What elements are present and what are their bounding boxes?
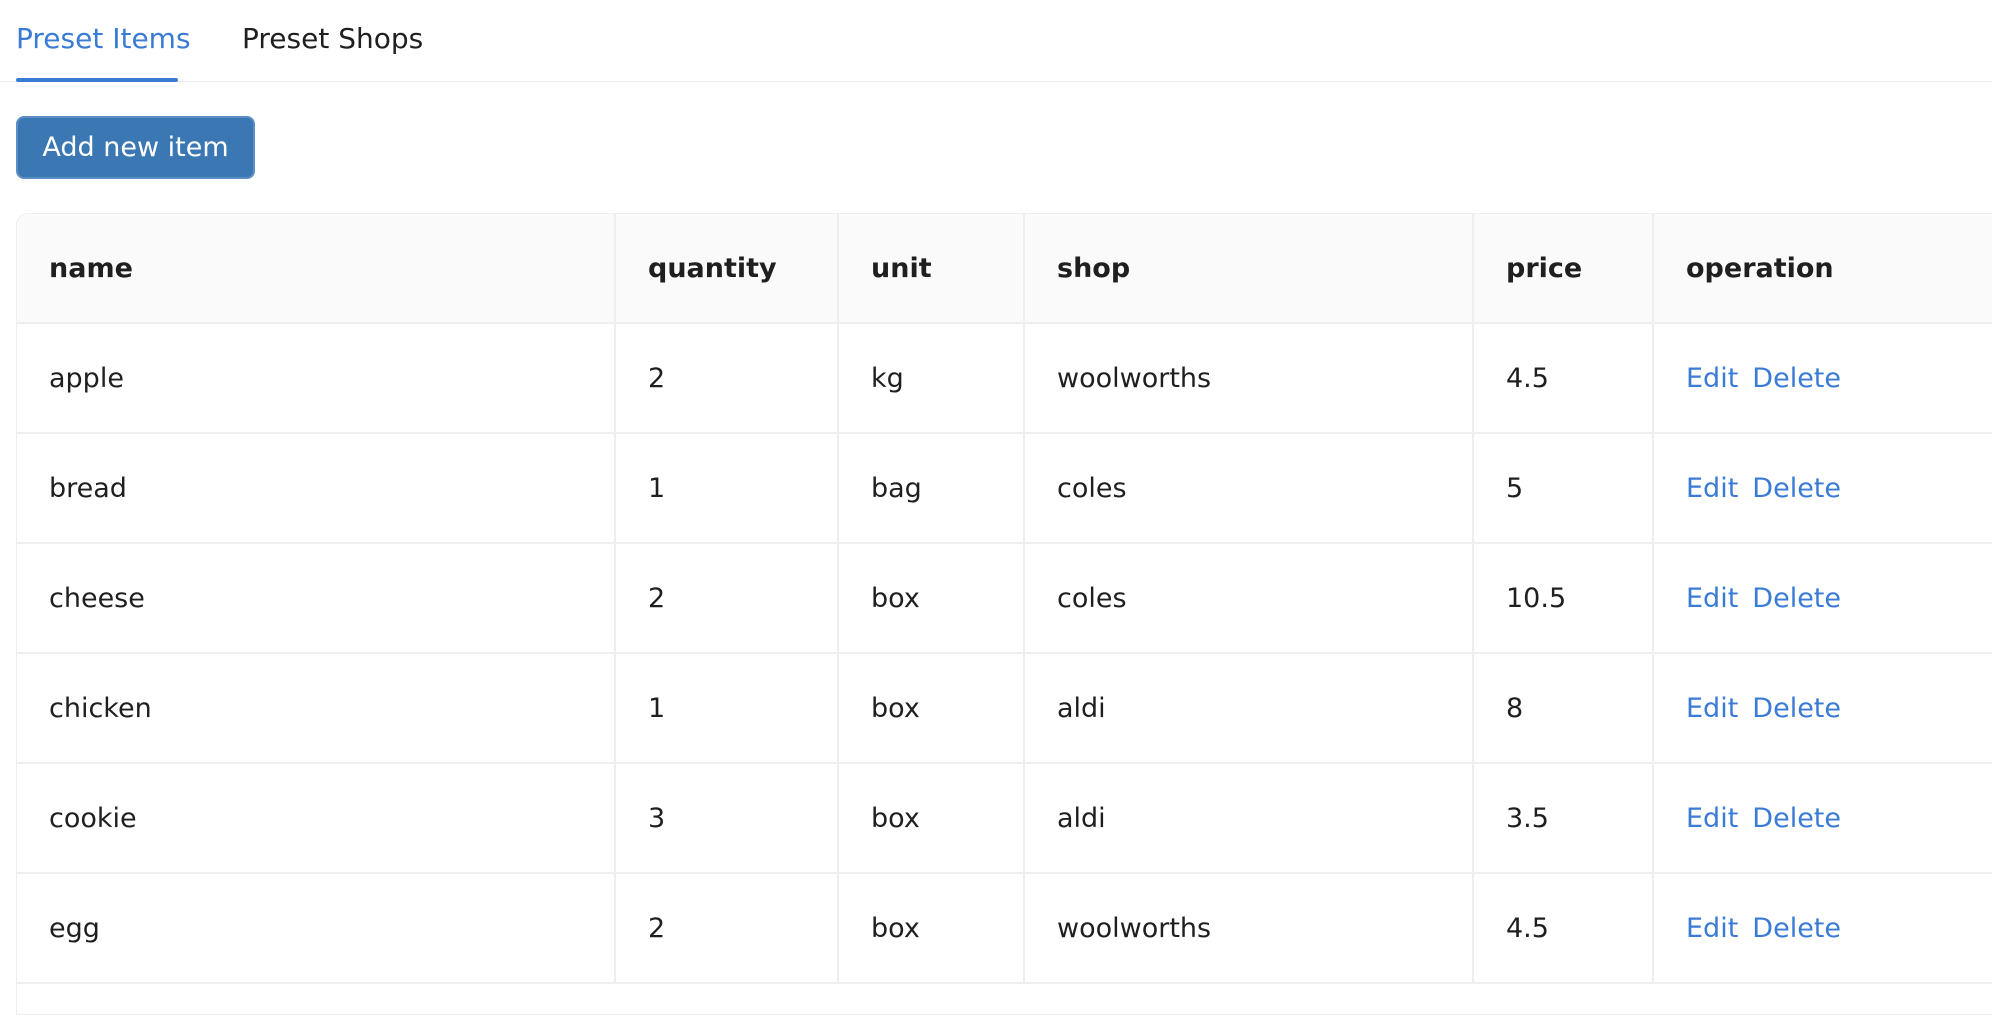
delete-link[interactable]: Delete	[1752, 693, 1841, 724]
cell-name: apple	[17, 323, 616, 434]
table-row: apple 2 kg woolworths 4.5 Edit Delete	[17, 323, 1992, 434]
cell-unit: box	[838, 653, 1025, 764]
cell-operation: Edit Delete	[1653, 543, 1992, 654]
cell-quantity: 3	[615, 763, 839, 874]
delete-link[interactable]: Delete	[1752, 363, 1841, 394]
table-header-row: name quantity unit shop price operation	[17, 214, 1992, 324]
delete-link[interactable]: Delete	[1752, 583, 1841, 614]
cell-name: bread	[17, 433, 616, 544]
cell-quantity: 2	[615, 543, 839, 654]
cell-shop: coles	[1024, 543, 1474, 654]
tab-preset-shops[interactable]: Preset Shops	[242, 20, 423, 58]
cell-shop: aldi	[1024, 653, 1474, 764]
add-new-item-button[interactable]: Add new item	[16, 116, 255, 179]
cell-name: cheese	[17, 543, 616, 654]
column-header-unit: unit	[838, 214, 1025, 324]
cell-shop: woolworths	[1024, 873, 1474, 984]
cell-quantity: 1	[615, 433, 839, 544]
cell-shop: aldi	[1024, 763, 1474, 874]
items-table-container: name quantity unit shop price operation …	[16, 213, 1992, 1015]
table-row: chicken 1 box aldi 8 Edit Delete	[17, 653, 1992, 764]
cell-name: cookie	[17, 763, 616, 874]
cell-name: egg	[17, 873, 616, 984]
delete-link[interactable]: Delete	[1752, 803, 1841, 834]
column-header-quantity: quantity	[615, 214, 839, 324]
cell-unit: box	[838, 543, 1025, 654]
column-header-operation: operation	[1653, 214, 1992, 324]
items-table: name quantity unit shop price operation …	[17, 214, 1992, 984]
cell-quantity: 2	[615, 873, 839, 984]
edit-link[interactable]: Edit	[1686, 583, 1738, 614]
active-tab-indicator	[16, 78, 178, 82]
cell-operation: Edit Delete	[1653, 653, 1992, 764]
table-row: cheese 2 box coles 10.5 Edit Delete	[17, 543, 1992, 654]
cell-operation: Edit Delete	[1653, 433, 1992, 544]
cell-unit: box	[838, 763, 1025, 874]
table-row: cookie 3 box aldi 3.5 Edit Delete	[17, 763, 1992, 874]
column-header-name: name	[17, 214, 616, 324]
column-header-shop: shop	[1024, 214, 1474, 324]
delete-link[interactable]: Delete	[1752, 473, 1841, 504]
tab-bar: Preset Items Preset Shops	[0, 0, 1992, 82]
cell-operation: Edit Delete	[1653, 873, 1992, 984]
cell-shop: woolworths	[1024, 323, 1474, 434]
delete-link[interactable]: Delete	[1752, 913, 1841, 944]
cell-price: 4.5	[1473, 323, 1654, 434]
cell-operation: Edit Delete	[1653, 323, 1992, 434]
cell-price: 4.5	[1473, 873, 1654, 984]
edit-link[interactable]: Edit	[1686, 803, 1738, 834]
cell-price: 8	[1473, 653, 1654, 764]
edit-link[interactable]: Edit	[1686, 473, 1738, 504]
cell-price: 5	[1473, 433, 1654, 544]
cell-price: 3.5	[1473, 763, 1654, 874]
cell-quantity: 2	[615, 323, 839, 434]
cell-name: chicken	[17, 653, 616, 764]
cell-quantity: 1	[615, 653, 839, 764]
edit-link[interactable]: Edit	[1686, 693, 1738, 724]
cell-unit: bag	[838, 433, 1025, 544]
table-row: bread 1 bag coles 5 Edit Delete	[17, 433, 1992, 544]
cell-operation: Edit Delete	[1653, 763, 1992, 874]
cell-unit: kg	[838, 323, 1025, 434]
edit-link[interactable]: Edit	[1686, 363, 1738, 394]
tab-preset-items[interactable]: Preset Items	[16, 20, 191, 58]
cell-shop: coles	[1024, 433, 1474, 544]
table-row: egg 2 box woolworths 4.5 Edit Delete	[17, 873, 1992, 984]
cell-unit: box	[838, 873, 1025, 984]
cell-price: 10.5	[1473, 543, 1654, 654]
edit-link[interactable]: Edit	[1686, 913, 1738, 944]
column-header-price: price	[1473, 214, 1654, 324]
